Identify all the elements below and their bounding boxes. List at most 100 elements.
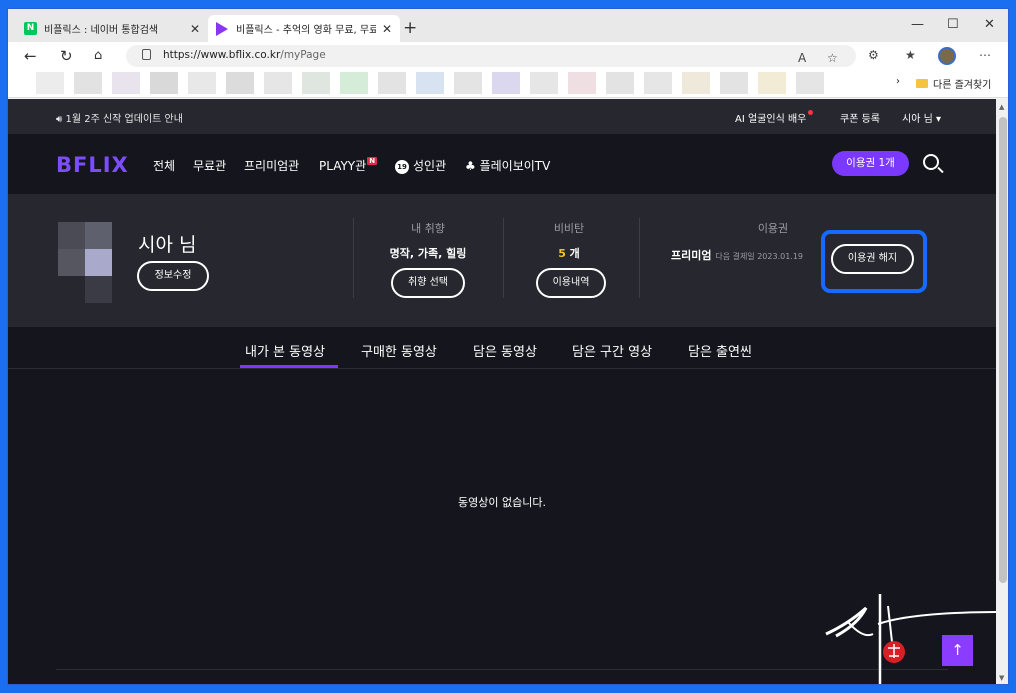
user-menu[interactable]: 시아 님 ▾	[902, 110, 941, 125]
extensions-icon[interactable]: ⚙	[868, 48, 879, 62]
bookmark-item[interactable]	[378, 72, 406, 94]
select-taste-button[interactable]: 취향 선택	[391, 268, 465, 298]
notice-link[interactable]: 🔊︎ 1월 2주 신작 업데이트 안내	[56, 110, 183, 125]
naver-icon: N	[24, 22, 37, 35]
bflix-logo[interactable]: BFLIX	[56, 153, 129, 177]
nav-playboy[interactable]: ♣ 플레이보이TV	[465, 157, 550, 174]
bunny-icon: ♣	[465, 159, 476, 173]
bookmark-item[interactable]	[720, 72, 748, 94]
bookmark-item[interactable]	[530, 72, 558, 94]
bflix-play-icon	[216, 21, 229, 36]
vivitan-unit: 개	[565, 247, 580, 260]
avatar	[58, 222, 112, 304]
subscription-plan: 프리미엄 다음 결제일 2023.01.19	[671, 247, 803, 263]
url-text: https://www.bflix.co.kr/myPage	[163, 49, 326, 61]
divider	[639, 218, 640, 298]
tab-purchased-videos[interactable]: 구매한 동영상	[361, 341, 437, 360]
lock-icon	[142, 49, 151, 60]
ai-face-actor-link[interactable]: AI 얼굴인식 배우	[735, 110, 814, 125]
nav-all[interactable]: 전체	[153, 157, 175, 174]
tab-saved-scenes[interactable]: 담은 출연씬	[688, 341, 752, 360]
pass-count-button[interactable]: 이용권 1개	[832, 151, 909, 176]
nav-adult[interactable]: 19 성인관	[395, 157, 446, 174]
new-dot-icon	[808, 110, 814, 115]
bookmark-item[interactable]	[226, 72, 254, 94]
edit-profile-button[interactable]: 정보수정	[137, 261, 209, 291]
vivitan-count: 5 개	[532, 245, 606, 261]
scroll-down-arrow-icon[interactable]: ▼	[999, 674, 1004, 682]
nav-playy[interactable]: PLAYY관 N	[319, 157, 378, 174]
refresh-icon[interactable]: ↻	[60, 47, 73, 65]
home-icon[interactable]: ⌂	[94, 48, 102, 63]
main-nav: BFLIX 전체 무료관 프리미엄관 PLAYY관 N 19 성인관 ♣ 플레이보이…	[8, 134, 996, 194]
nav-premium[interactable]: 프리미엄관	[244, 157, 299, 174]
taste-value: 명작, 가족, 힐링	[389, 247, 467, 260]
bookmark-item[interactable]	[74, 72, 102, 94]
bookmark-item[interactable]	[416, 72, 444, 94]
scroll-to-top-button[interactable]: ↑	[942, 635, 973, 666]
bookmark-item[interactable]	[340, 72, 368, 94]
tab-saved-clips[interactable]: 담은 구간 영상	[572, 341, 652, 360]
bookmark-item[interactable]	[36, 72, 64, 94]
other-favorites-folder[interactable]: 다른 즐겨찾기	[916, 76, 991, 91]
url-field[interactable]: https://www.bflix.co.kr/myPage A ☆	[126, 45, 856, 67]
taste-title: 내 취향	[411, 222, 445, 235]
window-close-button[interactable]: ✕	[984, 17, 995, 32]
profile-avatar[interactable]	[938, 47, 956, 65]
back-arrow-icon[interactable]: ←	[24, 47, 37, 65]
bookmark-item[interactable]	[188, 72, 216, 94]
bookmark-item[interactable]	[606, 72, 634, 94]
scroll-up-arrow-icon[interactable]: ▲	[999, 103, 1004, 111]
bookmark-item[interactable]	[112, 72, 140, 94]
new-tab-button[interactable]: +	[403, 18, 417, 38]
maximize-button[interactable]: ☐	[947, 17, 959, 32]
profile-name: 시아 님	[138, 234, 197, 256]
bookmarks-chevron-icon[interactable]: ›	[896, 76, 900, 87]
tab-title: 비플릭스 - 추억의 영화 무료, 무료	[236, 25, 376, 36]
content-tabs: 내가 본 동영상 구매한 동영상 담은 동영상 담은 구간 영상 담은 출연씬	[8, 327, 996, 369]
scrollbar[interactable]: ▲ ▼	[996, 99, 1008, 684]
new-badge: N	[367, 157, 378, 165]
bookmark-item[interactable]	[264, 72, 292, 94]
tab-bflix-mypage[interactable]: 비플릭스 - 추억의 영화 무료, 무료 ✕	[208, 15, 400, 42]
age-19-icon: 19	[395, 159, 409, 174]
tab-watched-videos[interactable]: 내가 본 동영상	[245, 341, 325, 360]
bookmark-item[interactable]	[644, 72, 672, 94]
tab-naver-search[interactable]: N 비플릭스 : 네이버 통합검색 ✕	[16, 15, 208, 42]
folder-icon	[916, 79, 928, 88]
bookmark-item[interactable]	[682, 72, 710, 94]
browser-window: N 비플릭스 : 네이버 통합검색 ✕ 비플릭스 - 추억의 영화 무료, 무료…	[7, 8, 1009, 685]
subscription-title: 이용권	[757, 222, 789, 235]
bookmark-item[interactable]	[302, 72, 330, 94]
notice-text: 1월 2주 신작 업데이트 안내	[65, 114, 183, 125]
usage-history-button[interactable]: 이용내역	[536, 268, 606, 298]
scrollbar-thumb[interactable]	[999, 117, 1007, 583]
tab-saved-videos[interactable]: 담은 동영상	[473, 341, 537, 360]
top-notice-bar: 🔊︎ 1월 2주 신작 업데이트 안내 AI 얼굴인식 배우 쿠폰 등록 시아 …	[8, 99, 996, 134]
bookmark-item[interactable]	[796, 72, 824, 94]
speaker-icon: 🔊︎	[56, 114, 63, 125]
bookmark-item[interactable]	[568, 72, 596, 94]
ai-label: AI 얼굴인식 배우	[735, 114, 807, 125]
highlight-box	[821, 230, 927, 293]
coupon-register-link[interactable]: 쿠폰 등록	[840, 110, 880, 125]
more-menu-icon[interactable]: ⋯	[979, 48, 991, 62]
favorites-icon[interactable]: ★	[905, 48, 916, 62]
favorite-star-icon[interactable]: ☆	[827, 51, 838, 65]
divider	[353, 218, 354, 298]
close-icon[interactable]: ✕	[382, 22, 392, 36]
url-host: https://www.bflix.co.kr	[163, 49, 281, 61]
bookmarks-bar: › 다른 즐겨찾기	[8, 70, 1008, 98]
folder-label: 다른 즐겨찾기	[933, 80, 992, 91]
bookmark-item[interactable]	[492, 72, 520, 94]
close-icon[interactable]: ✕	[190, 22, 200, 36]
bookmark-item[interactable]	[454, 72, 482, 94]
read-aloud-icon[interactable]: A	[798, 51, 806, 65]
search-icon[interactable]	[923, 154, 939, 170]
bookmark-item[interactable]	[758, 72, 786, 94]
nav-free[interactable]: 무료관	[193, 157, 226, 174]
bookmark-item[interactable]	[150, 72, 178, 94]
minimize-button[interactable]: —	[911, 17, 924, 32]
profile-summary: 시아 님 정보수정 내 취향 명작, 가족, 힐링 취향 선택 비비탄 5 개 …	[8, 194, 996, 327]
divider	[503, 218, 504, 298]
